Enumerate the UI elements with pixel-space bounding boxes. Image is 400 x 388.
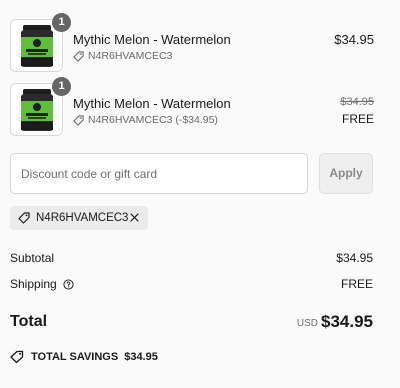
item-price: $34.95: [334, 32, 374, 47]
total-savings: TOTAL SAVINGS $34.95: [10, 350, 158, 363]
shipping-label: Shipping: [10, 277, 57, 291]
savings-value: $34.95: [124, 350, 158, 363]
total-value: $34.95: [321, 312, 373, 331]
close-icon[interactable]: [129, 212, 140, 223]
final-price: FREE: [341, 112, 374, 126]
product-thumbnail: 1: [10, 77, 71, 136]
discount-code-text: N4R6HVAMCEC3 (-$34.95): [88, 114, 218, 126]
applied-discount-chip: N4R6HVAMCEC3: [10, 206, 148, 230]
product-image: [21, 89, 53, 131]
product-title: Mythic Melon - Watermelon: [73, 32, 231, 47]
line-item: 1 Mythic Melon - Watermelon N4R6HVAMCEC3…: [10, 77, 374, 137]
subtotal-label: Subtotal: [10, 251, 55, 265]
product-thumbnail: 1: [10, 13, 71, 72]
discount-code-line: N4R6HVAMCEC3 (-$34.95): [73, 114, 218, 126]
savings-label: TOTAL SAVINGS: [31, 350, 119, 363]
shipping-value: FREE: [340, 277, 373, 291]
order-summary: 1 Mythic Melon - Watermelon N4R6HVAMCEC3…: [0, 0, 400, 388]
tag-icon: [18, 212, 30, 224]
tag-icon: [73, 50, 84, 62]
apply-button[interactable]: Apply: [319, 153, 373, 194]
discount-code-input[interactable]: [10, 153, 308, 194]
quantity-badge: 1: [52, 77, 71, 96]
discount-code-text: N4R6HVAMCEC3: [88, 50, 173, 62]
info-icon[interactable]: [63, 278, 74, 290]
currency-code: USD: [296, 318, 318, 329]
product-image: [21, 25, 53, 67]
savings-tag-icon: [10, 350, 24, 363]
tag-icon: [73, 114, 84, 126]
shipping-row-label: Shipping: [10, 277, 74, 291]
discount-code-line: N4R6HVAMCEC3: [73, 50, 172, 62]
line-item: 1 Mythic Melon - Watermelon N4R6HVAMCEC3…: [10, 13, 374, 73]
original-price: $34.95: [340, 96, 374, 108]
applied-code-text: N4R6HVAMCEC3: [36, 212, 129, 224]
total-label: Total: [10, 313, 48, 330]
quantity-badge: 1: [52, 13, 71, 32]
subtotal-value: $34.95: [336, 251, 373, 265]
product-title: Mythic Melon - Watermelon: [73, 96, 231, 111]
